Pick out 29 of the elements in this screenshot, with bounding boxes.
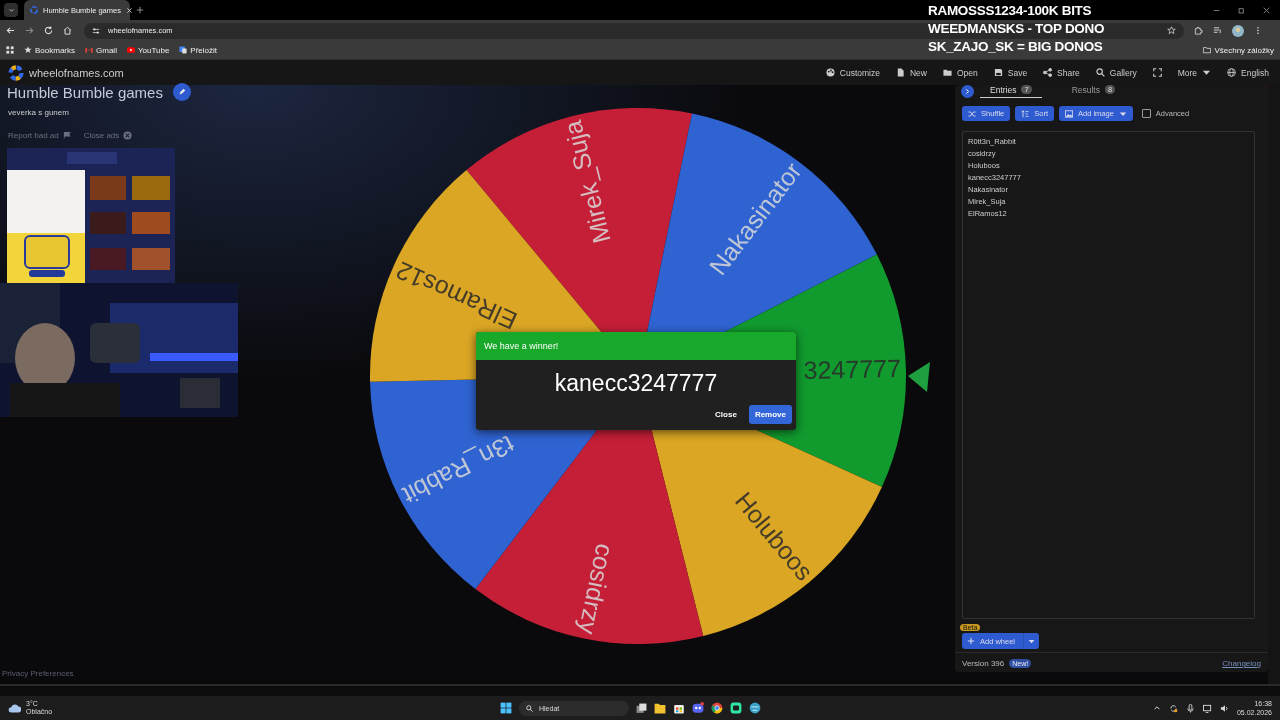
winner-name: kanecc3247777 bbox=[553, 370, 719, 397]
wheel-description: veverka s gunem bbox=[7, 107, 70, 117]
nav-button[interactable]: Share bbox=[1040, 65, 1083, 80]
primary-button[interactable]: Remove bbox=[748, 405, 792, 424]
all-bookmarks-button[interactable]: Všechny záložky bbox=[1203, 45, 1274, 55]
text-button[interactable]: Close bbox=[709, 405, 743, 424]
wheel-title: Humble Bumble games bbox=[7, 83, 163, 101]
bookmark[interactable]: YouTube bbox=[126, 45, 170, 55]
wheel-label: 3247777 bbox=[802, 353, 901, 385]
site-logo-text[interactable]: wheelofnames.com bbox=[29, 66, 124, 79]
nav-button[interactable]: Gallery bbox=[1092, 65, 1140, 80]
dialog-title: We have a winner! bbox=[484, 341, 559, 351]
nav-button[interactable]: Customize bbox=[822, 65, 883, 80]
stream-overlay-text: RAMOSSS1234-100K BITS bbox=[928, 2, 1092, 20]
wheel-label: cosidrzy bbox=[573, 541, 619, 637]
changelog-link[interactable]: Changelog bbox=[1222, 659, 1261, 668]
bookmark[interactable]: Přeložit bbox=[179, 45, 218, 55]
stream-overlay-text: WEEDMANSKS - TOP DONO bbox=[928, 20, 1105, 38]
nav-button[interactable]: English bbox=[1224, 65, 1272, 80]
ad-link[interactable]: Close ads bbox=[83, 131, 133, 140]
nav-button[interactable]: Save bbox=[990, 65, 1031, 80]
bookmark[interactable]: Gmail bbox=[85, 45, 117, 55]
nav-button[interactable]: More bbox=[1174, 65, 1215, 80]
ad-link[interactable]: Report bad ad bbox=[8, 131, 72, 140]
nav-button[interactable]: Open bbox=[939, 65, 981, 80]
bookmark[interactable]: Bookmarks bbox=[24, 45, 75, 55]
version-text: Version 396 bbox=[962, 659, 1005, 668]
nav-button[interactable]: New bbox=[892, 65, 930, 80]
stream-overlay-text: SK_ZAJO_SK = BIG DONOS bbox=[928, 38, 1103, 56]
